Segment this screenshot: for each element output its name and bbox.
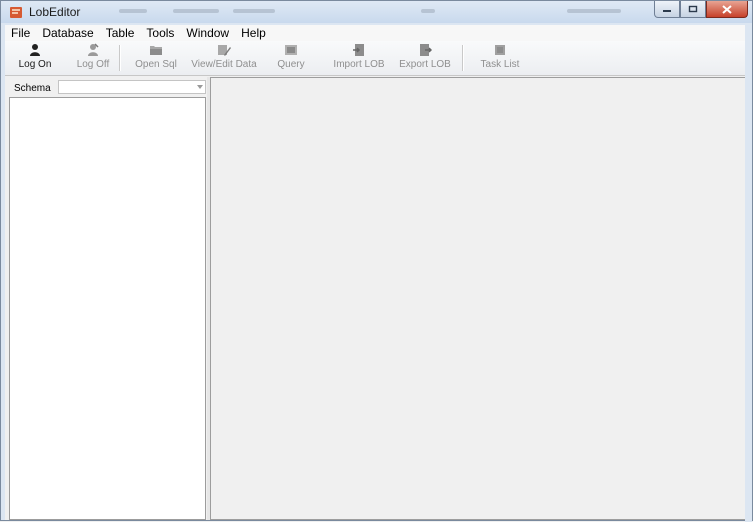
task-list-icon — [495, 45, 505, 55]
log-on-label: Log On — [18, 59, 52, 70]
import-lob-button[interactable]: Import LOB — [331, 43, 387, 73]
blurred-title-text — [119, 9, 147, 13]
view-edit-data-button[interactable]: View/Edit Data — [189, 43, 259, 73]
toolbar-separator — [119, 45, 121, 71]
blurred-title-text — [421, 9, 435, 13]
task-list-label: Task List — [480, 59, 520, 70]
window-frame-right — [745, 23, 752, 522]
toolbar-separator — [462, 45, 464, 71]
menu-file[interactable]: File — [5, 25, 36, 41]
title-bar[interactable]: LobEditor — [1, 1, 752, 23]
minimize-icon — [663, 10, 671, 12]
caption-buttons — [654, 1, 748, 20]
view-edit-data-icon — [218, 45, 231, 56]
export-lob-icon — [420, 44, 432, 56]
chevron-down-icon[interactable] — [197, 85, 203, 89]
view-edit-data-label: View/Edit Data — [191, 59, 257, 70]
document-area[interactable] — [210, 77, 746, 520]
menu-window[interactable]: Window — [180, 25, 235, 41]
toolbar: Log On Log Off Open Sql View/Edit Data Q… — [5, 41, 746, 76]
schema-tree-view[interactable] — [9, 97, 206, 520]
blurred-title-text — [567, 9, 621, 13]
query-icon — [285, 45, 297, 55]
lob-editor-app-icon[interactable] — [9, 5, 23, 19]
maximize-icon — [688, 5, 698, 13]
import-lob-label: Import LOB — [333, 59, 385, 70]
blurred-title-text — [233, 9, 275, 13]
menu-bar: File Database Table Tools Window Help — [5, 25, 746, 41]
blurred-title-text — [173, 9, 219, 13]
window-title: LobEditor — [29, 5, 81, 19]
menu-tools[interactable]: Tools — [140, 25, 180, 41]
log-off-label: Log Off — [76, 59, 110, 70]
open-sql-icon — [150, 46, 162, 55]
query-button[interactable]: Query — [271, 43, 311, 73]
export-lob-label: Export LOB — [399, 59, 451, 70]
app-window: LobEditor File Database Table Tools Wind… — [0, 0, 753, 522]
import-lob-icon — [353, 44, 364, 56]
query-label: Query — [277, 59, 305, 70]
minimize-button[interactable] — [654, 1, 680, 18]
log-on-icon — [30, 44, 40, 56]
schema-label: Schema — [14, 83, 51, 94]
close-icon — [722, 4, 732, 14]
export-lob-button[interactable]: Export LOB — [397, 43, 453, 73]
menu-database[interactable]: Database — [36, 25, 99, 41]
open-sql-label: Open Sql — [135, 59, 177, 70]
log-off-button[interactable]: Log Off — [71, 43, 115, 73]
task-list-button[interactable]: Task List — [475, 43, 525, 73]
log-on-button[interactable]: Log On — [13, 43, 57, 73]
maximize-button[interactable] — [680, 1, 706, 18]
schema-dropdown[interactable] — [58, 80, 206, 94]
log-off-icon — [88, 43, 99, 56]
menu-table[interactable]: Table — [100, 25, 141, 41]
open-sql-button[interactable]: Open Sql — [129, 43, 183, 73]
menu-help[interactable]: Help — [235, 25, 272, 41]
close-button[interactable] — [706, 1, 748, 18]
